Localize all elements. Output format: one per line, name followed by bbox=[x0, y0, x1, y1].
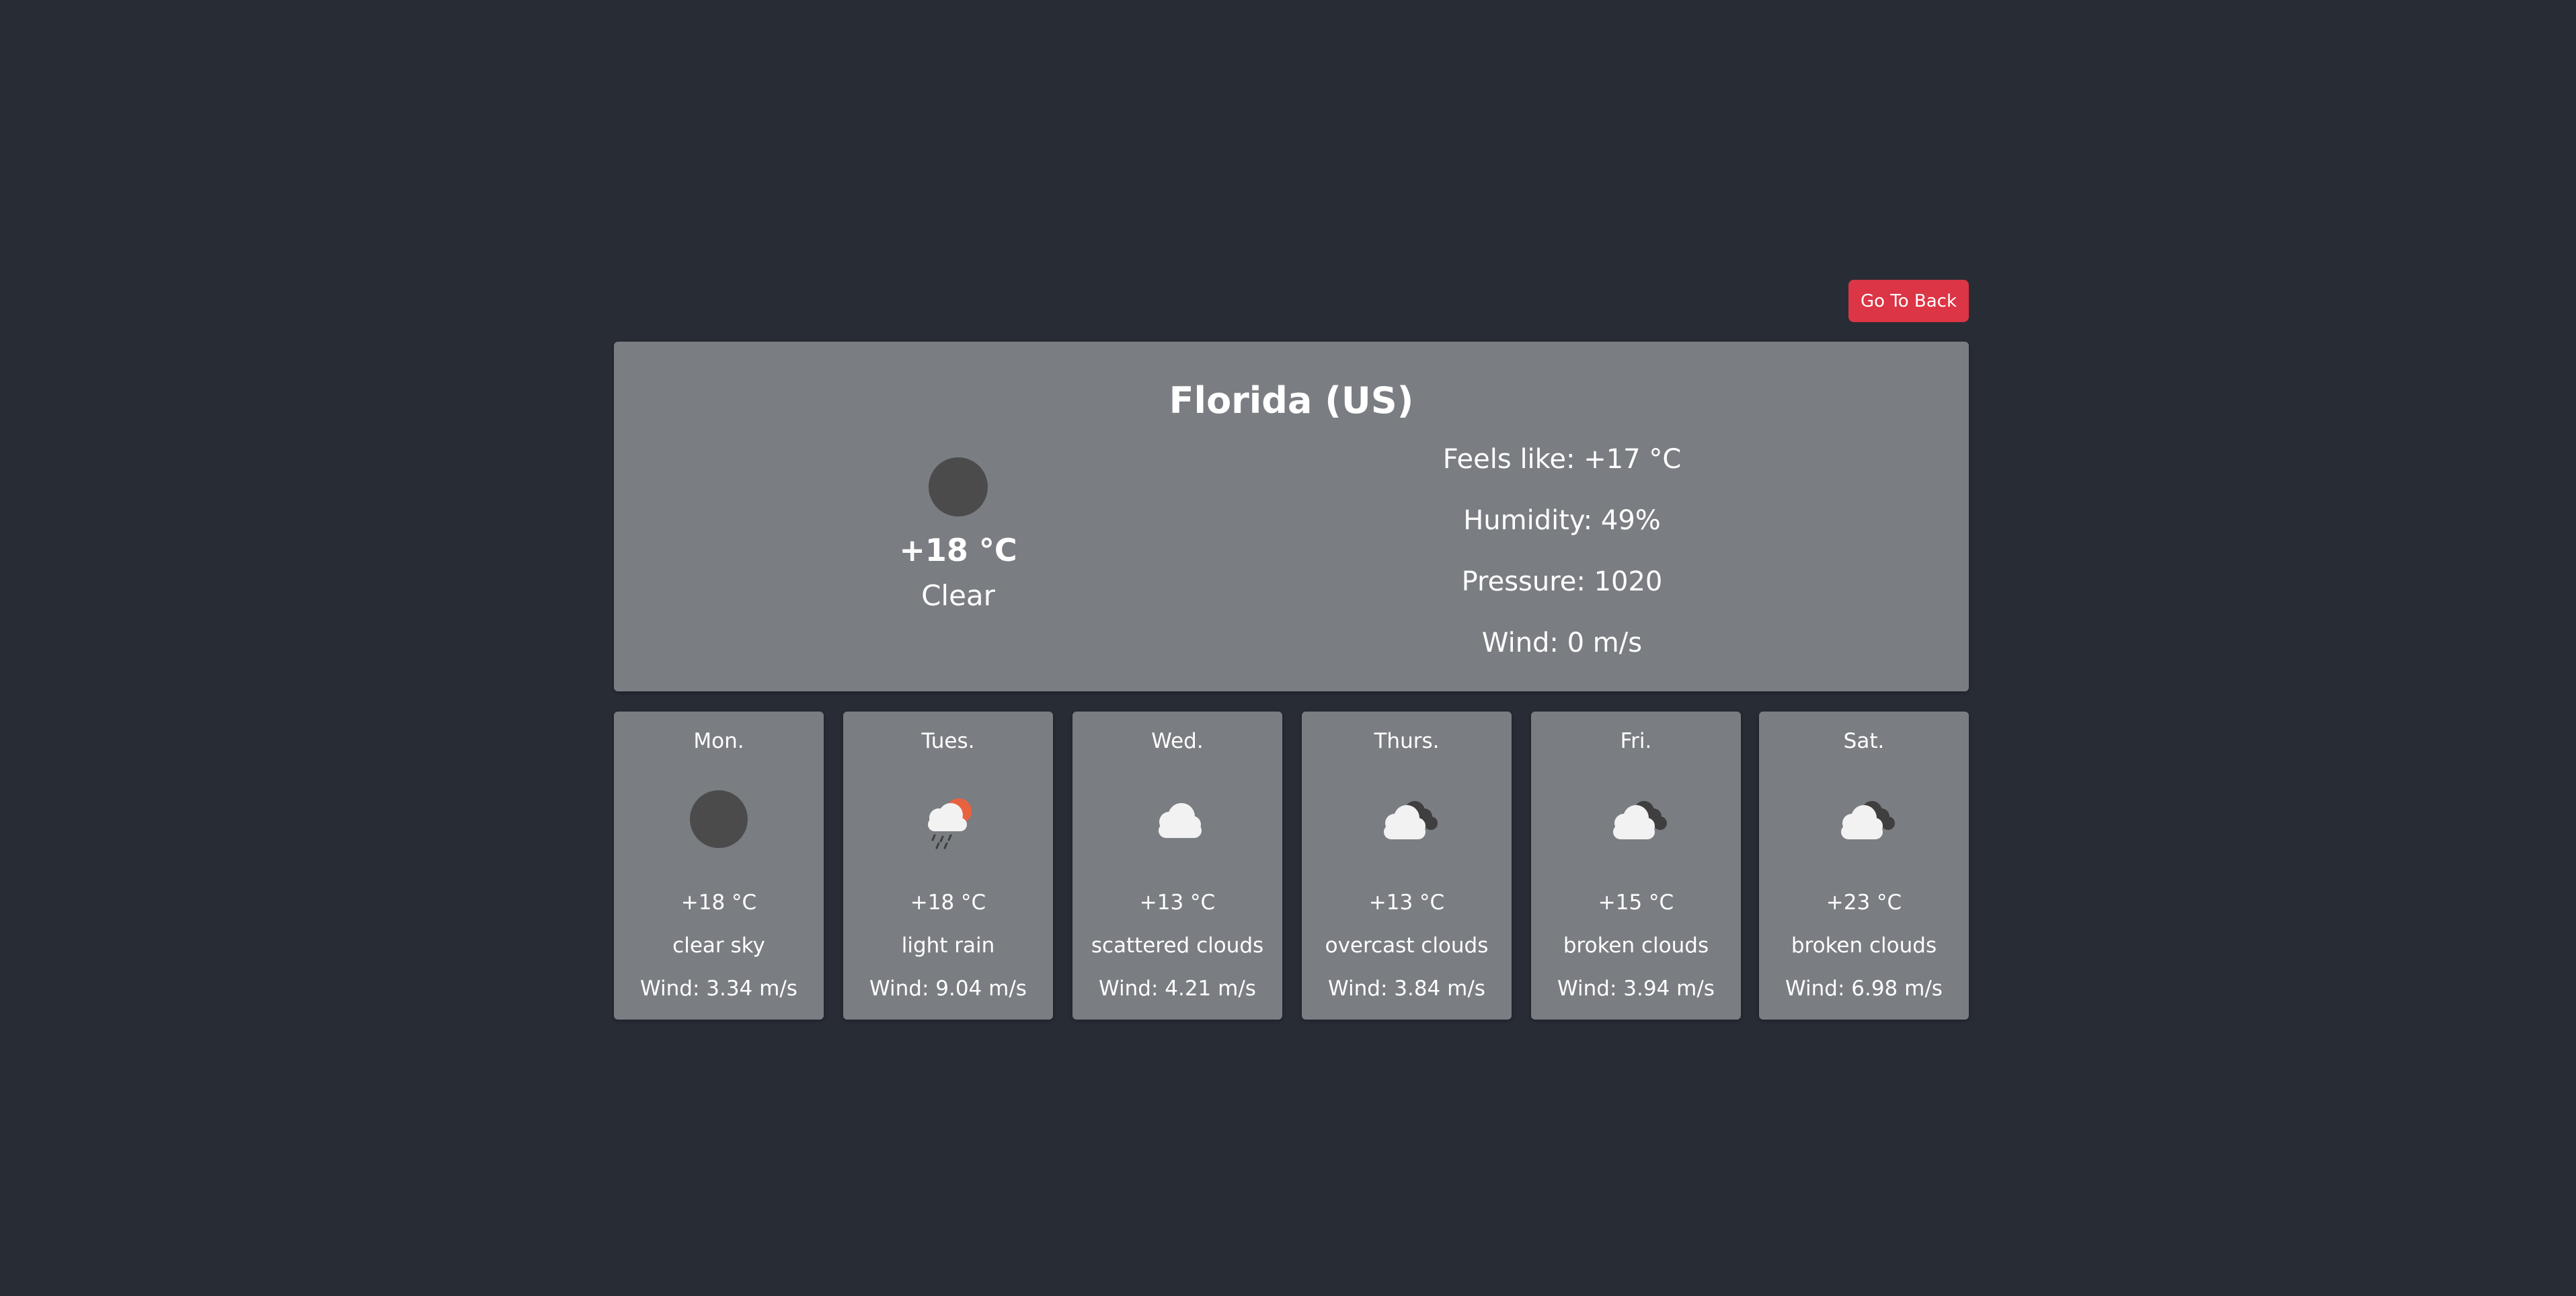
forecast-card-tues: Tues. +18 °C light rain Wind: 9.04 m/s bbox=[843, 712, 1053, 1020]
forecast-day: Sat. bbox=[1843, 729, 1885, 753]
forecast-wind: Wind: 3.94 m/s bbox=[1557, 977, 1715, 1001]
clear-sky-icon bbox=[929, 457, 988, 517]
forecast-description: scattered clouds bbox=[1091, 933, 1264, 958]
current-weather-card: Florida (US) +18 °C Clear Feels like: +1… bbox=[614, 342, 1969, 691]
forecast-description: light rain bbox=[901, 933, 995, 958]
forecast-day: Tues. bbox=[921, 729, 975, 753]
forecast-wind: Wind: 6.98 m/s bbox=[1785, 977, 1943, 1001]
forecast-description: broken clouds bbox=[1791, 933, 1937, 958]
weather-page: Go To Back Florida (US) +18 °C Clear Fee… bbox=[0, 0, 2576, 1296]
forecast-wind: Wind: 3.34 m/s bbox=[640, 977, 797, 1001]
forecast-temperature: +15 °C bbox=[1598, 890, 1674, 915]
forecast-temperature: +18 °C bbox=[910, 890, 986, 915]
forecast-wind: Wind: 9.04 m/s bbox=[869, 977, 1027, 1001]
current-summary: +18 °C Clear bbox=[841, 457, 1076, 616]
go-back-button[interactable]: Go To Back bbox=[1848, 280, 1969, 322]
scattered-clouds-icon bbox=[1159, 803, 1202, 838]
wind: Wind: 0 m/s bbox=[1481, 627, 1643, 658]
forecast-card-fri: Fri. +15 °C broken clouds Wind: 3.94 m/s bbox=[1531, 712, 1741, 1020]
clear-sky-icon bbox=[690, 790, 748, 848]
forecast-wind: Wind: 3.84 m/s bbox=[1328, 977, 1485, 1001]
forecast-description: overcast clouds bbox=[1325, 933, 1489, 958]
light-rain-icon bbox=[928, 798, 972, 849]
current-temperature: +18 °C bbox=[899, 532, 1017, 568]
forecast-temperature: +13 °C bbox=[1139, 890, 1216, 915]
forecast-card-sat: Sat. +23 °C broken clouds Wind: 6.98 m/s bbox=[1759, 712, 1969, 1020]
forecast-temperature: +23 °C bbox=[1826, 890, 1902, 915]
forecast-day: Fri. bbox=[1620, 729, 1652, 753]
pressure: Pressure: 1020 bbox=[1461, 566, 1663, 597]
forecast-description: clear sky bbox=[672, 933, 765, 958]
current-condition: Clear bbox=[921, 579, 995, 612]
forecast-temperature: +18 °C bbox=[680, 890, 757, 915]
forecast-list: Mon. +18 °C clear sky Wind: 3.34 m/s Tue… bbox=[614, 712, 1969, 1020]
current-details: Feels like: +17 °C Humidity: 49% Pressur… bbox=[1394, 429, 1730, 674]
broken-clouds-icon bbox=[1841, 801, 1895, 839]
forecast-card-wed: Wed. +13 °C scattered clouds Wind: 4.21 … bbox=[1072, 712, 1282, 1020]
overcast-clouds-icon bbox=[1384, 801, 1438, 839]
broken-clouds-icon bbox=[1613, 801, 1667, 839]
forecast-day: Thurs. bbox=[1374, 729, 1440, 753]
forecast-card-thurs: Thurs. +13 °C overcast clouds Wind: 3.84… bbox=[1302, 712, 1512, 1020]
forecast-day: Wed. bbox=[1151, 729, 1204, 753]
forecast-card-mon: Mon. +18 °C clear sky Wind: 3.34 m/s bbox=[614, 712, 824, 1020]
humidity: Humidity: 49% bbox=[1463, 505, 1661, 536]
forecast-description: broken clouds bbox=[1563, 933, 1709, 958]
forecast-wind: Wind: 4.21 m/s bbox=[1099, 977, 1256, 1001]
location-title: Florida (US) bbox=[1169, 379, 1414, 422]
forecast-temperature: +13 °C bbox=[1368, 890, 1445, 915]
forecast-day: Mon. bbox=[693, 729, 744, 753]
feels-like: Feels like: +17 °C bbox=[1442, 444, 1682, 475]
